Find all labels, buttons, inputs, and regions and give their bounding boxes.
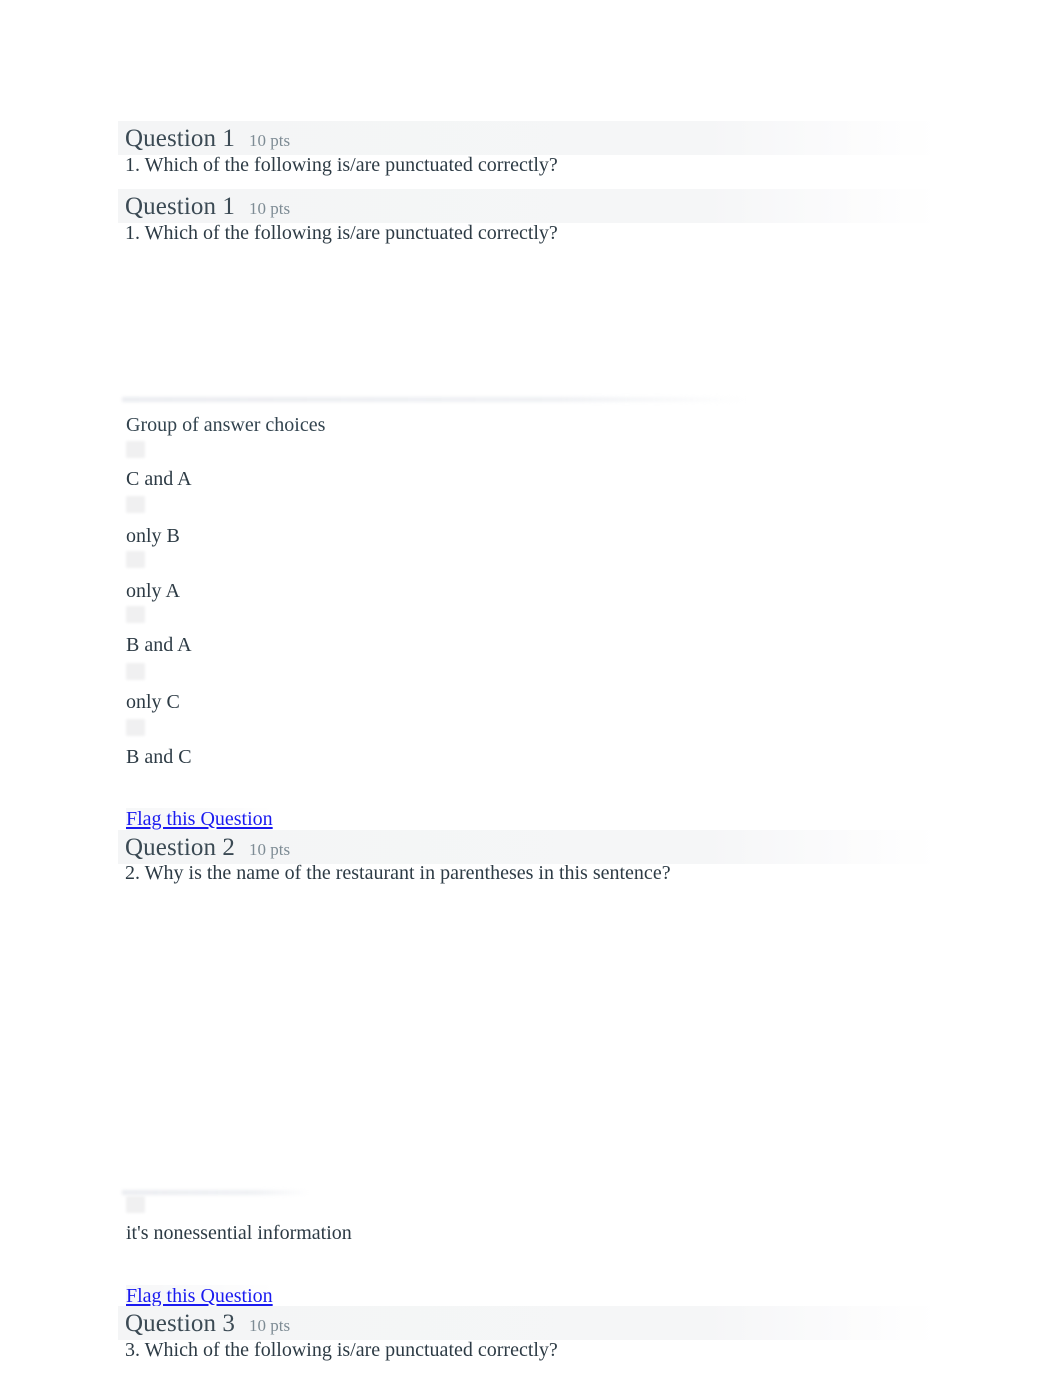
answer-choice-label-4[interactable]: B and A <box>126 634 192 657</box>
question-header-3: Question 2 10 pts <box>118 830 938 864</box>
answer-choice-label-3[interactable]: only A <box>126 580 180 603</box>
question-media-placeholder-1 <box>125 250 825 395</box>
answer-section-divider-2 <box>122 1190 310 1195</box>
question-prompt-1: 1. Which of the following is/are punctua… <box>125 154 558 176</box>
radio-button-choice-4[interactable] <box>126 606 145 623</box>
radio-button-choice-3[interactable] <box>126 551 145 568</box>
question-media-placeholder-2 <box>125 892 885 1187</box>
flag-this-question-link-1[interactable]: Flag this Question <box>126 808 273 831</box>
question-points: 10 pts <box>249 198 291 218</box>
question-points: 10 pts <box>249 839 291 859</box>
question-prompt-2: 1. Which of the following is/are punctua… <box>125 222 558 244</box>
question-title: Question 3 <box>125 1309 236 1337</box>
answer-choice-label-5[interactable]: only C <box>126 691 180 714</box>
question-points: 10 pts <box>249 1315 291 1335</box>
question-title: Question 1 <box>125 192 236 220</box>
question-prompt-3: 2. Why is the name of the restaurant in … <box>125 862 671 884</box>
question-header-1: Question 1 10 pts <box>118 121 938 155</box>
quiz-document-page: Question 1 10 pts 1. Which of the follow… <box>0 0 1062 1377</box>
flag-this-question-link-2[interactable]: Flag this Question <box>126 1285 273 1308</box>
answer-choice-label-2[interactable]: only B <box>126 525 180 548</box>
answer-choice-label-1[interactable]: C and A <box>126 468 192 491</box>
question-title: Question 2 <box>125 833 236 861</box>
radio-button-choice-1[interactable] <box>126 441 145 458</box>
radio-button-choice-2[interactable] <box>126 496 145 513</box>
question-header-4: Question 3 10 pts <box>118 1306 938 1340</box>
question-title: Question 1 <box>125 124 236 152</box>
answer-choice-label-7[interactable]: it's nonessential information <box>126 1222 352 1245</box>
question-points: 10 pts <box>249 130 291 150</box>
radio-button-choice-5[interactable] <box>126 663 145 680</box>
answer-section-divider-1 <box>122 397 747 402</box>
radio-button-choice-7[interactable] <box>126 1196 145 1213</box>
answer-choice-label-6[interactable]: B and C <box>126 746 192 769</box>
group-of-answer-choices-label: Group of answer choices <box>126 414 326 436</box>
question-prompt-4: 3. Which of the following is/are punctua… <box>125 1339 558 1361</box>
question-header-2: Question 1 10 pts <box>118 189 938 223</box>
radio-button-choice-6[interactable] <box>126 719 145 736</box>
